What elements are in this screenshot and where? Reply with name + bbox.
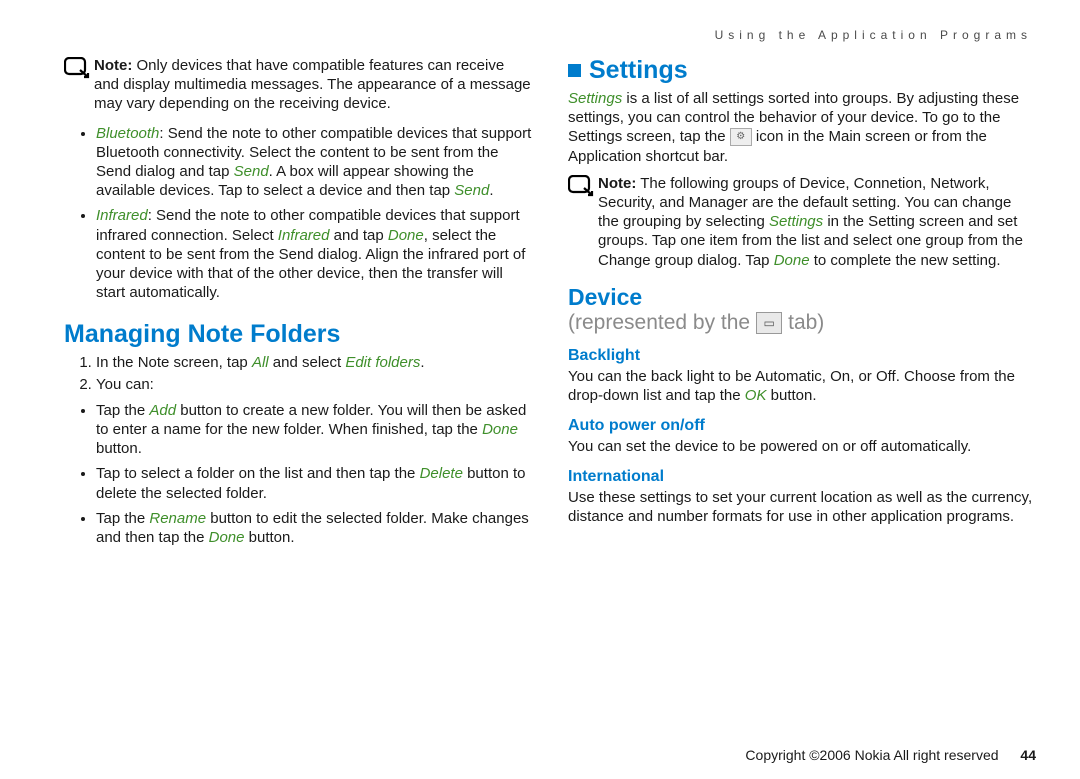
note-icon — [568, 175, 596, 270]
square-bullet-icon — [568, 64, 581, 77]
steps-list: In the Note screen, tap All and select E… — [64, 353, 532, 395]
page: Using the Application Programs Note: Onl… — [0, 0, 1080, 779]
intro-paragraph: Settings is a list of all settings sorte… — [568, 89, 1036, 166]
subsection-heading: International — [568, 468, 1036, 486]
device-tab-icon: ▭ — [756, 312, 782, 334]
list-item: Tap the Rename button to edit the select… — [96, 509, 532, 547]
page-number: 44 — [1020, 747, 1036, 763]
settings-icon: ⚙ — [730, 128, 752, 146]
note-label: Note: — [598, 175, 636, 192]
section-heading: Settings — [568, 56, 1036, 85]
list-item: Bluetooth: Send the note to other compat… — [96, 124, 532, 201]
folder-actions-list: Tap the Add button to create a new folde… — [64, 401, 532, 547]
subsection-heading: Backlight — [568, 347, 1036, 365]
two-column-layout: Note: Only devices that have compatible … — [64, 56, 1036, 557]
subsection-heading: Auto power on/off — [568, 417, 1036, 435]
list-item: Infrared: Send the note to other compati… — [96, 206, 532, 302]
note-block: Note: The following groups of Device, Co… — [568, 174, 1036, 270]
running-header: Using the Application Programs — [64, 28, 1036, 42]
note-body: Only devices that have compatible featur… — [94, 57, 531, 112]
subsection-body: You can the back light to be Automatic, … — [568, 367, 1036, 405]
note-text: Note: Only devices that have compatible … — [94, 56, 532, 114]
send-options-list: Bluetooth: Send the note to other compat… — [64, 124, 532, 303]
note-icon — [64, 57, 92, 114]
device-heading: Device — [568, 284, 1036, 311]
note-label: Note: — [94, 57, 132, 74]
note-text: Note: The following groups of Device, Co… — [598, 174, 1036, 270]
option-name: Infrared — [96, 207, 148, 224]
device-subheading: (represented by the ▭ tab) — [568, 311, 1036, 335]
subsection-body: You can set the device to be powered on … — [568, 437, 1036, 456]
section-heading: Managing Note Folders — [64, 320, 532, 349]
copyright-text: Copyright ©2006 Nokia All right reserved — [745, 747, 998, 763]
right-column: Settings Settings is a list of all setti… — [568, 56, 1036, 557]
step-item: In the Note screen, tap All and select E… — [96, 353, 532, 373]
page-footer: Copyright ©2006 Nokia All right reserved… — [745, 747, 1036, 763]
step-item: You can: — [96, 375, 532, 395]
list-item: Tap the Add button to create a new folde… — [96, 401, 532, 459]
option-name: Bluetooth — [96, 125, 159, 142]
subsection-body: Use these settings to set your current l… — [568, 488, 1036, 526]
note-block: Note: Only devices that have compatible … — [64, 56, 532, 114]
left-column: Note: Only devices that have compatible … — [64, 56, 532, 557]
list-item: Tap to select a folder on the list and t… — [96, 464, 532, 502]
